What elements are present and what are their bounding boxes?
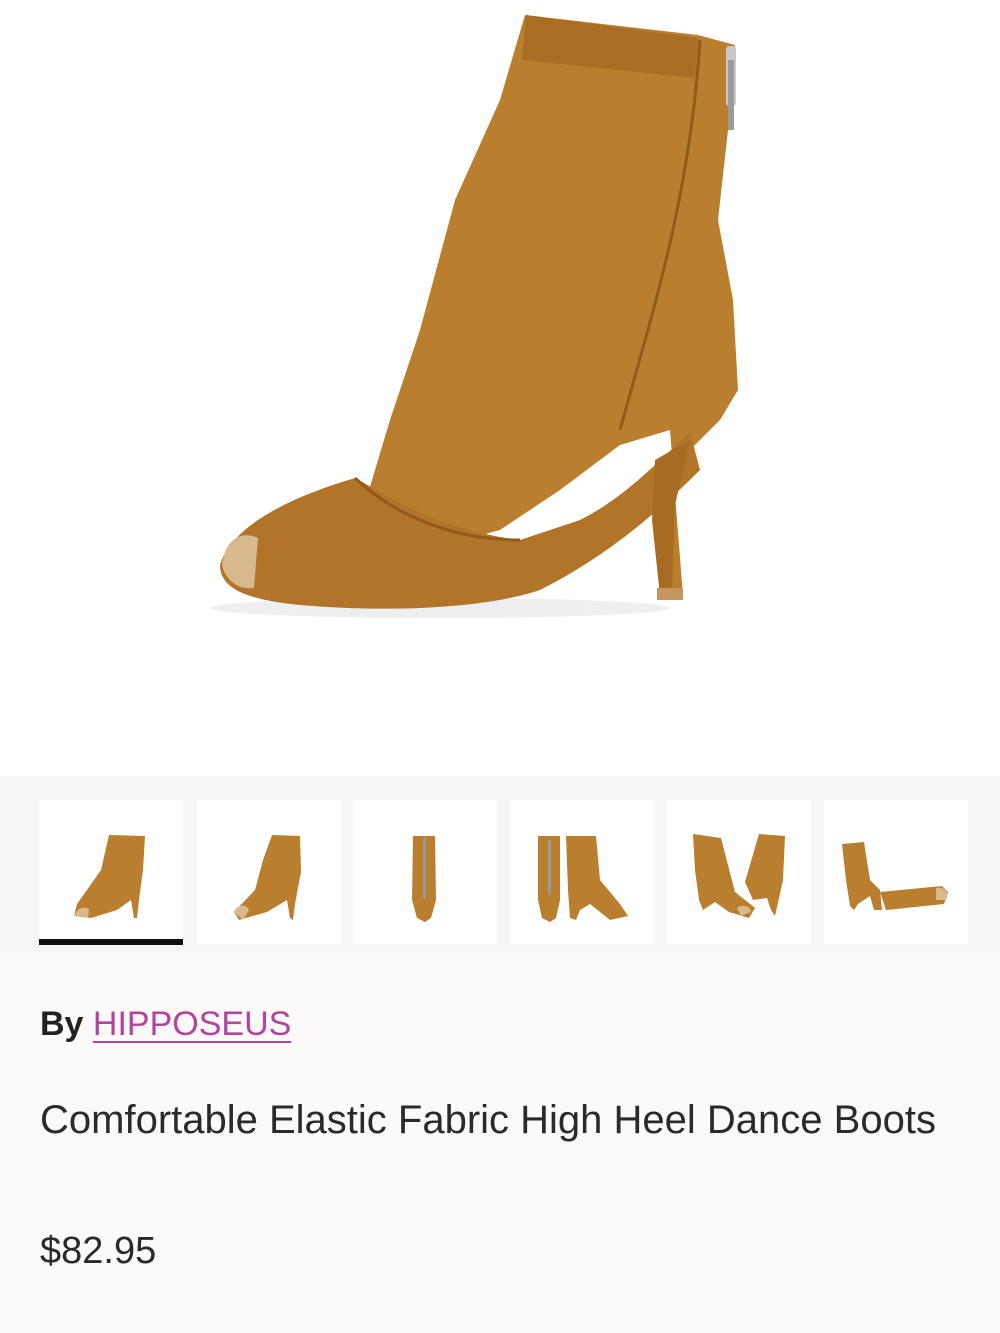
thumbnail-strip [0, 776, 1000, 952]
brand-link[interactable]: HIPPOSEUS [93, 1005, 291, 1043]
selected-thumbnail-indicator [39, 939, 183, 945]
main-product-image[interactable] [0, 0, 1000, 776]
thumbnail-6[interactable] [824, 800, 968, 944]
product-price: $82.95 [40, 1230, 157, 1272]
thumbnail-4[interactable] [510, 800, 654, 944]
brand-line: By HIPPOSEUS [40, 1002, 291, 1046]
product-title: Comfortable Elastic Fabric High Heel Dan… [40, 1098, 936, 1142]
thumbnail-1[interactable] [39, 800, 183, 944]
brand-prefix: By [40, 1005, 84, 1043]
thumbnail-3[interactable] [353, 800, 497, 944]
thumbnail-2[interactable] [197, 800, 341, 944]
thumbnail-5[interactable] [667, 800, 811, 944]
